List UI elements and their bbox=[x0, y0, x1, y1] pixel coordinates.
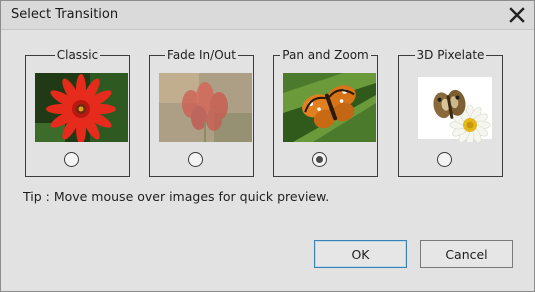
cancel-button[interactable]: Cancel bbox=[420, 240, 513, 268]
title-bar: Select Transition bbox=[1, 1, 534, 30]
radio-pan-zoom[interactable] bbox=[312, 152, 327, 167]
transition-option-fade: Fade In/Out bbox=[149, 48, 254, 177]
transition-label-pixelate: 3D Pixelate bbox=[414, 48, 487, 62]
transition-label-pan-zoom: Pan and Zoom bbox=[280, 48, 371, 62]
transition-label-fade: Fade In/Out bbox=[165, 48, 238, 62]
ok-button[interactable]: OK bbox=[314, 240, 407, 268]
thumbnail-pan-zoom[interactable] bbox=[283, 73, 376, 142]
transition-option-pan-zoom: Pan and Zoom bbox=[273, 48, 378, 177]
thumbnail-fade[interactable] bbox=[159, 73, 252, 142]
radio-pixelate[interactable] bbox=[437, 152, 452, 167]
thumbnail-pixelate[interactable] bbox=[408, 73, 501, 142]
radio-classic[interactable] bbox=[64, 152, 79, 167]
transition-option-classic: Classic bbox=[25, 48, 130, 177]
transition-label-classic: Classic bbox=[54, 48, 101, 62]
dialog-title: Select Transition bbox=[11, 7, 119, 22]
select-transition-dialog: Select Transition Classic Fade In/Out Pa… bbox=[0, 0, 535, 292]
tip-text: Tip : Move mouse over images for quick p… bbox=[23, 189, 330, 204]
thumbnail-classic[interactable] bbox=[35, 73, 128, 142]
radio-fade[interactable] bbox=[188, 152, 203, 167]
close-icon[interactable] bbox=[506, 4, 528, 26]
transition-option-pixelate: 3D Pixelate bbox=[398, 48, 503, 177]
